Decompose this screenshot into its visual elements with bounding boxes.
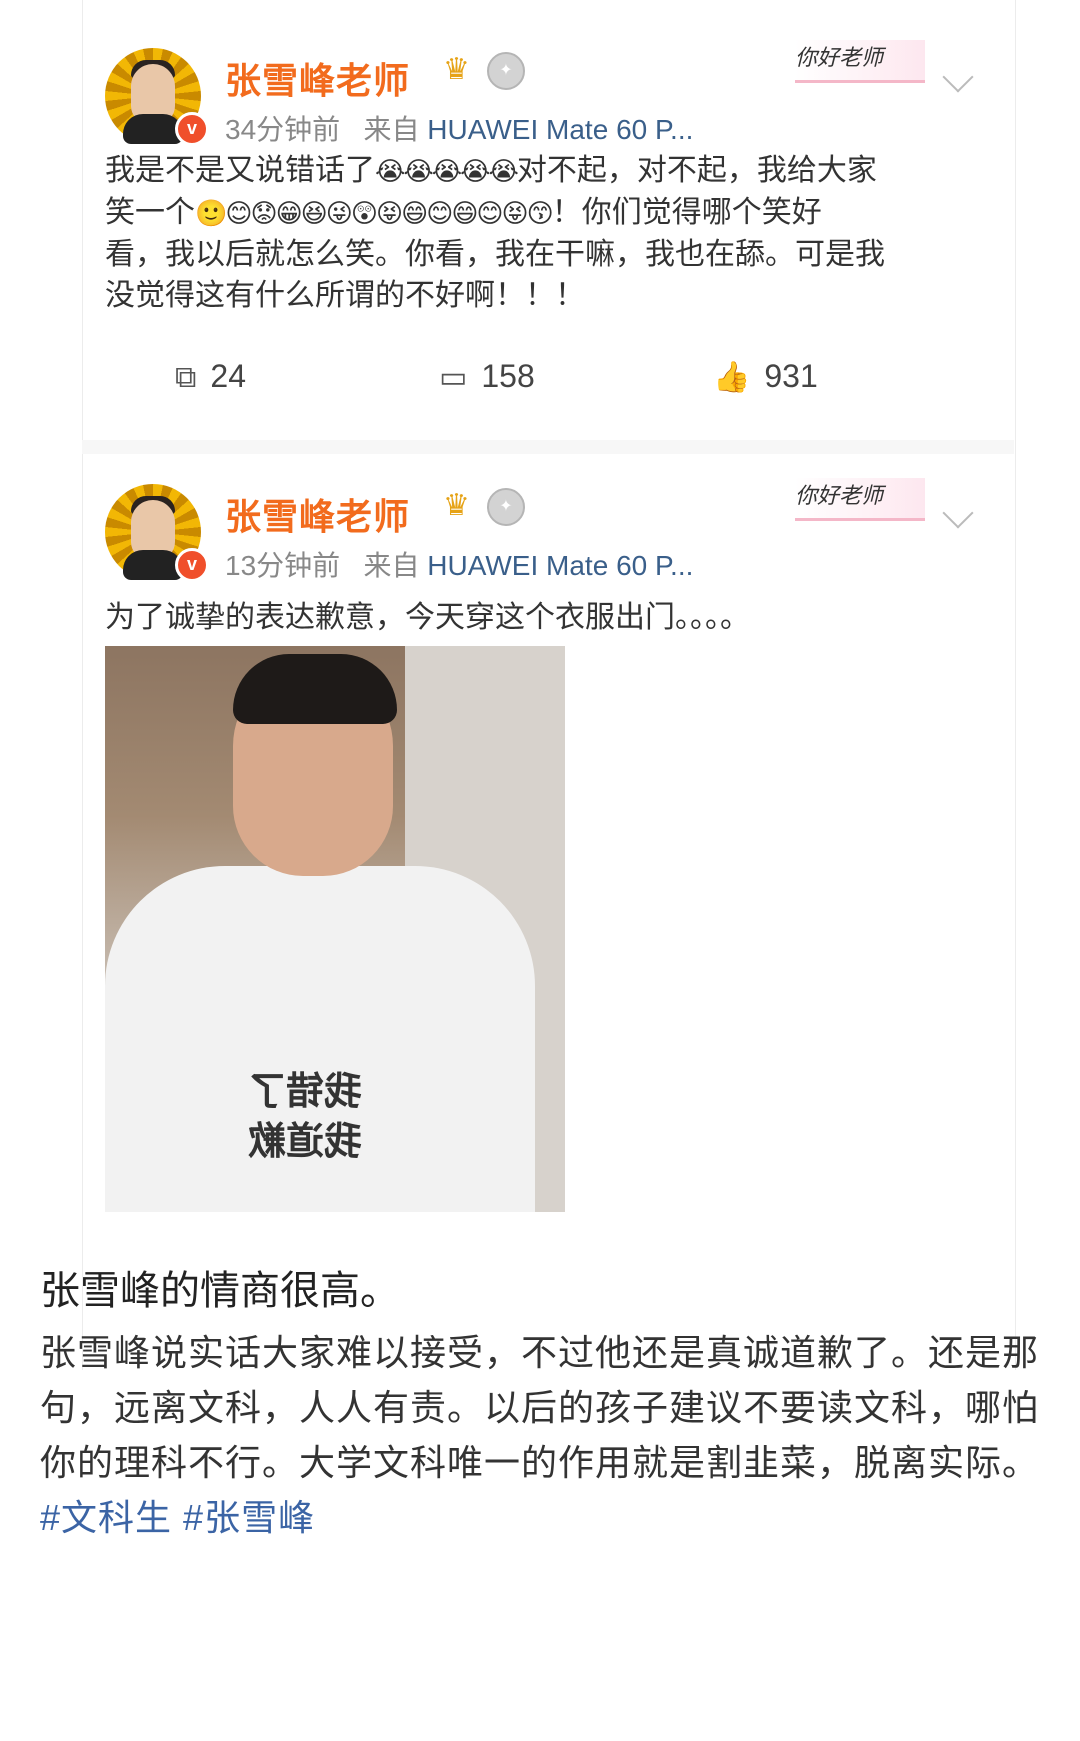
hashtag-link[interactable]: #文科生 bbox=[40, 1497, 172, 1538]
repost-icon: ⧉ bbox=[175, 361, 197, 394]
post-text: 为了诚挚的表达歉意，今天穿这个衣服出门。。。。 bbox=[105, 601, 750, 634]
article-headline: 张雪峰的情商很高。 bbox=[40, 1269, 400, 1313]
shirt-print: 我错了 我道歉 bbox=[225, 1066, 385, 1166]
comment-icon: ▭ bbox=[439, 361, 468, 394]
post-time: 34分钟前 bbox=[225, 114, 341, 145]
from-label: 来自 bbox=[363, 114, 420, 145]
repost-button[interactable]: ⧉ 24 bbox=[175, 356, 246, 396]
article-paragraph: 张雪峰说实话大家难以接受，不过他还是真诚道歉了。还是那句，远离文科，人人有责。以… bbox=[40, 1325, 1040, 1545]
header-sticker: 你好老师 bbox=[795, 478, 925, 521]
chevron-down-icon[interactable] bbox=[942, 497, 974, 529]
post-meta: 13分钟前 来自 HUAWEI Mate 60 P... bbox=[225, 544, 693, 584]
post-time: 13分钟前 bbox=[225, 550, 341, 581]
post-source: HUAWEI Mate 60 P... bbox=[427, 550, 694, 581]
repost-count: 24 bbox=[210, 358, 247, 394]
post-text-line: 笑一个 bbox=[105, 196, 195, 229]
weibo-post: v 张雪峰老师 ♛ ✦ 13分钟前 来自 HUAWEI Mate 60 P...… bbox=[83, 454, 1015, 1370]
crown-icon: ♛ bbox=[443, 489, 470, 522]
article-body: 张雪峰说实话大家难以接受，不过他还是真诚道歉了。还是那句，远离文科，人人有责。以… bbox=[40, 1332, 1040, 1483]
verified-badge: v bbox=[175, 548, 209, 582]
username[interactable]: 张雪峰老师 bbox=[225, 488, 410, 540]
avatar-suit bbox=[123, 114, 183, 144]
username[interactable]: 张雪峰老师 bbox=[225, 52, 410, 104]
post-text-line: 我是不是又说错话了 bbox=[105, 154, 375, 187]
like-button[interactable]: 👍 931 bbox=[713, 356, 818, 396]
post-photo[interactable]: 我错了 我道歉 bbox=[105, 646, 565, 1212]
post-divider bbox=[82, 440, 1014, 454]
post-text-line: 没觉得这有什么所谓的不好啊！！！ bbox=[105, 279, 585, 312]
post-source: HUAWEI Mate 60 P... bbox=[427, 114, 694, 145]
emoji-run: 🙂😊😟😁😆😜😲😝😄😊😄😊😝😙 bbox=[195, 198, 554, 228]
post-text-line: 看，我以后就怎么笑。你看，我在干嘛，我也在舔。可是我 bbox=[105, 238, 885, 271]
post-text-line: ！你们觉得哪个笑好 bbox=[551, 196, 822, 229]
medal-icon: ✦ bbox=[487, 488, 525, 526]
crown-icon: ♛ bbox=[443, 53, 470, 86]
hashtag-link[interactable]: #张雪峰 bbox=[183, 1497, 315, 1538]
like-icon: 👍 bbox=[713, 361, 751, 394]
header-sticker: 你好老师 bbox=[795, 40, 925, 83]
shirt-print-line: 我道歉 bbox=[248, 1119, 363, 1163]
chevron-down-icon[interactable] bbox=[942, 61, 974, 93]
comment-button[interactable]: ▭ 158 bbox=[439, 356, 535, 396]
action-bar: ⧉ 24 ▭ 158 👍 931 bbox=[83, 356, 1015, 396]
comment-count: 158 bbox=[481, 358, 535, 394]
medal-icon: ✦ bbox=[487, 52, 525, 90]
shirt-print-line: 我错了 bbox=[248, 1069, 363, 1113]
like-count: 931 bbox=[764, 358, 818, 394]
post-text-line: 对不起，对不起，我给大家 bbox=[516, 154, 877, 187]
post-meta: 34分钟前 来自 HUAWEI Mate 60 P... bbox=[225, 108, 693, 148]
photo-hair bbox=[233, 654, 397, 724]
from-label: 来自 bbox=[363, 550, 420, 581]
verified-badge: v bbox=[175, 112, 209, 146]
weibo-screenshot: v 张雪峰老师 ♛ ✦ 34分钟前 来自 HUAWEI Mate 60 P...… bbox=[82, 0, 1016, 1370]
avatar-suit bbox=[123, 550, 183, 580]
weibo-post: v 张雪峰老师 ♛ ✦ 34分钟前 来自 HUAWEI Mate 60 P...… bbox=[83, 0, 1015, 440]
post-text: 我是不是又说错话了😭😭😭😭😭对不起，对不起，我给大家 笑一个🙂😊😟😁😆😜😲😝😄😊… bbox=[105, 150, 975, 316]
emoji-run: 😭😭😭😭😭 bbox=[375, 156, 519, 186]
